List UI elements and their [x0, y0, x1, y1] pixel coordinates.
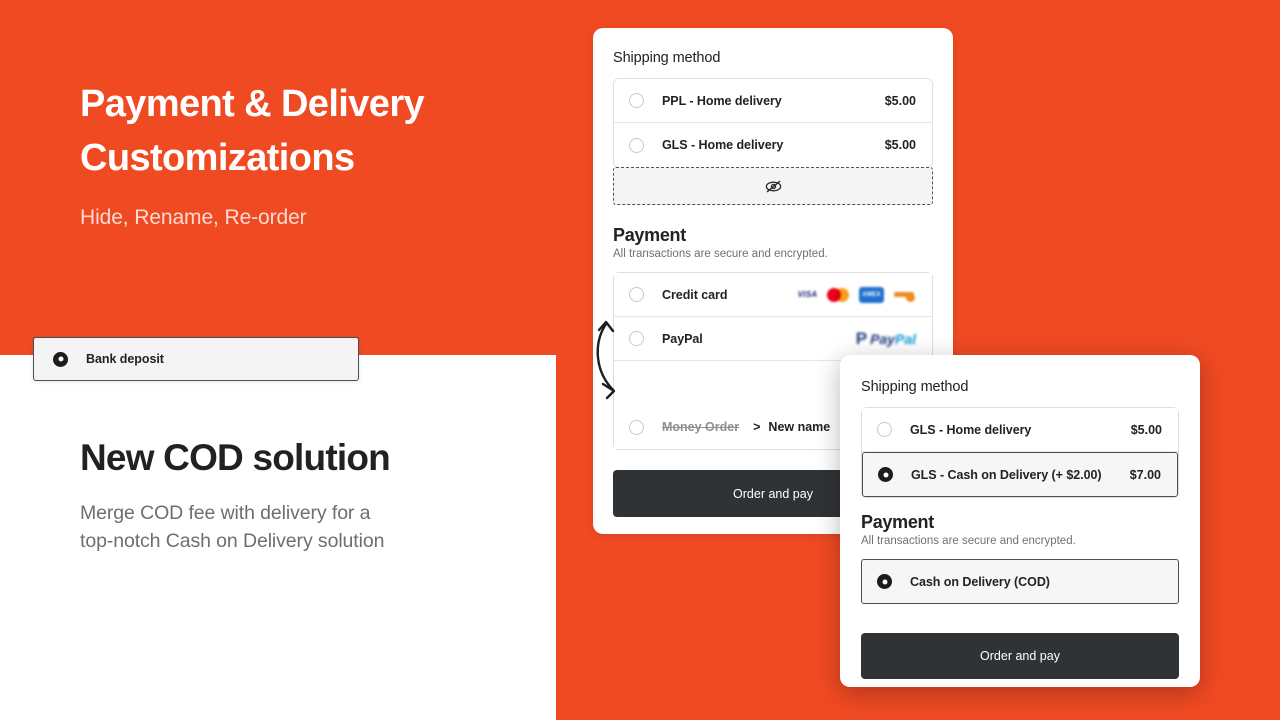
promo-subtitle: Merge COD fee with delivery for a top-no… — [80, 499, 520, 556]
mastercard-icon — [827, 287, 852, 303]
shipping-option-row[interactable]: GLS - Home delivery $5.00 — [862, 408, 1178, 452]
shipping-option-label: GLS - Home delivery — [662, 138, 784, 152]
shipping-option-price: $5.00 — [884, 93, 916, 108]
hero-subtitle: Hide, Rename, Re-order — [80, 205, 307, 229]
main-shipping-option-list: PPL - Home delivery $5.00 GLS - Home del… — [613, 78, 933, 168]
card-brand-logos: VISA AMEX — [795, 286, 916, 303]
main-shipping-heading: Shipping method — [613, 50, 721, 66]
radio-icon[interactable] — [629, 137, 644, 153]
payment-option-label: Cash on Delivery (COD) — [910, 574, 1050, 589]
rename-arrow-icon: > — [753, 420, 761, 434]
payment-option-row-cod[interactable]: Cash on Delivery (COD) — [861, 559, 1179, 604]
promo-panel: New COD solution Merge COD fee with deli… — [0, 355, 556, 720]
radio-icon[interactable] — [629, 93, 644, 108]
overlay-payment-heading: Payment — [861, 512, 934, 532]
amex-icon: AMEX — [859, 286, 884, 303]
hero-content: Payment & Delivery Customizations Hide, … — [80, 78, 530, 230]
payment-option-label: PayPal — [662, 331, 703, 346]
promo-subtitle-line-2: top-notch Cash on Delivery solution — [80, 530, 385, 553]
hero-title-line-1: Payment & Delivery — [80, 83, 425, 125]
radio-icon[interactable] — [629, 287, 644, 302]
payment-option-old-label: Money Order — [662, 420, 740, 434]
radio-icon[interactable] — [629, 331, 644, 346]
visa-icon: VISA — [795, 286, 820, 303]
main-payment-heading: Payment — [613, 225, 686, 245]
payment-option-row-bank-deposit[interactable]: Bank deposit — [33, 337, 359, 381]
radio-icon[interactable] — [629, 419, 644, 435]
shipping-option-row-cod[interactable]: GLS - Cash on Delivery (+ $2.00) $7.00 — [862, 452, 1178, 497]
radio-icon-selected[interactable] — [53, 351, 68, 367]
promo-subtitle-line-1: Merge COD fee with delivery for a — [80, 502, 371, 524]
overlay-shipping-option-list: GLS - Home delivery $5.00 GLS - Cash on … — [861, 407, 1179, 498]
payment-option-label: Bank deposit — [86, 352, 164, 366]
eye-slash-icon — [765, 180, 781, 192]
radio-icon-selected[interactable] — [878, 467, 893, 482]
shipping-option-price: $5.00 — [1130, 422, 1162, 437]
main-payment-note: All transactions are secure and encrypte… — [613, 248, 828, 260]
overlay-payment-note: All transactions are secure and encrypte… — [861, 535, 1076, 547]
overlay-shipping-heading: Shipping method — [861, 379, 969, 395]
hero-panel: Payment & Delivery Customizations Hide, … — [0, 0, 556, 355]
hero-title: Payment & Delivery Customizations — [80, 78, 530, 186]
hero-title-line-2: Customizations — [80, 136, 355, 179]
discover-icon — [891, 286, 916, 303]
shipping-option-row[interactable]: PPL - Home delivery $5.00 — [614, 79, 932, 123]
payment-option-label: Credit card — [662, 287, 728, 302]
promo-content: New COD solution Merge COD fee with deli… — [80, 437, 520, 556]
shipping-option-price: $5.00 — [884, 138, 916, 152]
radio-icon-selected[interactable] — [877, 574, 892, 589]
payment-option-row-credit-card[interactable]: Credit card VISA AMEX — [614, 273, 932, 317]
hidden-shipping-method-slot[interactable] — [613, 167, 933, 205]
paypal-icon: P PayPal — [855, 329, 916, 348]
shipping-option-label: PPL - Home delivery — [662, 93, 782, 108]
overlay-order-and-pay-button[interactable]: Order and pay — [861, 633, 1179, 679]
shipping-option-label: GLS - Cash on Delivery (+ $2.00) — [911, 467, 1102, 482]
shipping-option-row[interactable]: GLS - Home delivery $5.00 — [614, 123, 932, 167]
payment-option-new-label: New name — [768, 420, 831, 434]
promo-title: New COD solution — [80, 437, 391, 478]
radio-icon[interactable] — [877, 422, 892, 437]
screenshot-root: Payment & Delivery Customizations Hide, … — [0, 0, 1280, 720]
overlay-checkout-card: Shipping method GLS - Home delivery $5.0… — [840, 355, 1200, 687]
overlay-payment-option-list: Cash on Delivery (COD) — [861, 559, 1179, 604]
shipping-option-label: GLS - Home delivery — [910, 422, 1032, 437]
shipping-option-price: $7.00 — [1129, 467, 1161, 482]
